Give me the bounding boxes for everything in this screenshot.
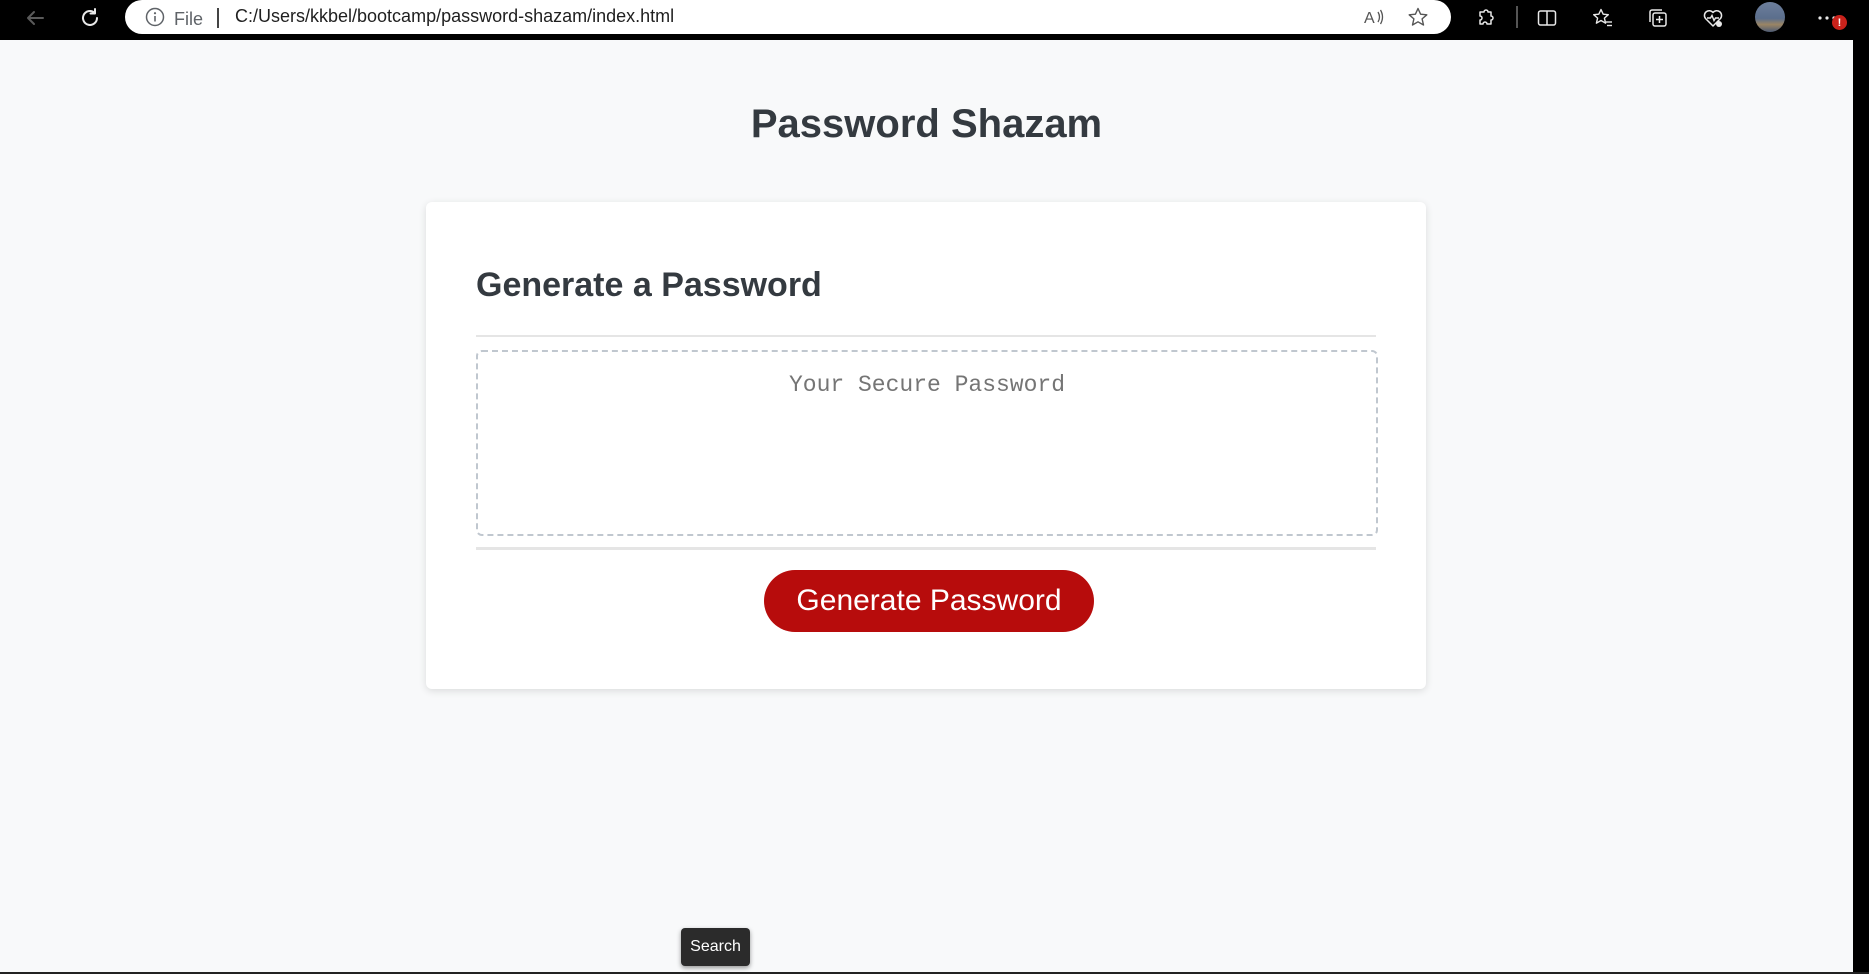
generate-password-button[interactable]: Generate Password [764,570,1094,632]
read-aloud-icon[interactable]: A [1359,2,1389,32]
site-info-label: File [174,9,204,29]
card-title: Generate a Password [476,266,822,304]
search-tooltip: Search [681,928,750,966]
favorites-icon[interactable] [1588,3,1618,33]
address-divider [217,8,219,28]
svg-text:A: A [1364,10,1375,27]
address-url[interactable]: C:/Users/kkbel/bootcamp/password-shazam/… [235,6,674,27]
profile-avatar[interactable] [1755,2,1785,32]
browser-essentials-icon[interactable] [1698,3,1728,33]
favorite-star-icon[interactable] [1403,2,1433,32]
browser-toolbar: File C:/Users/kkbel/bootcamp/password-sh… [0,0,1869,38]
card-divider-top [476,335,1376,337]
site-info-button[interactable]: File [145,7,203,32]
card-divider-bottom [476,547,1376,550]
notification-badge: ! [1832,15,1847,30]
address-bar[interactable]: File C:/Users/kkbel/bootcamp/password-sh… [125,0,1451,34]
back-icon[interactable] [20,3,50,33]
window-right-edge [1853,40,1869,974]
refresh-icon[interactable] [75,3,105,33]
extensions-icon[interactable] [1470,3,1500,33]
page-title: Password Shazam [750,102,1103,146]
info-icon [145,7,165,32]
collections-icon[interactable] [1643,3,1673,33]
split-screen-icon[interactable] [1532,3,1562,33]
toolbar-separator [1516,6,1518,28]
password-textarea[interactable] [476,350,1378,536]
